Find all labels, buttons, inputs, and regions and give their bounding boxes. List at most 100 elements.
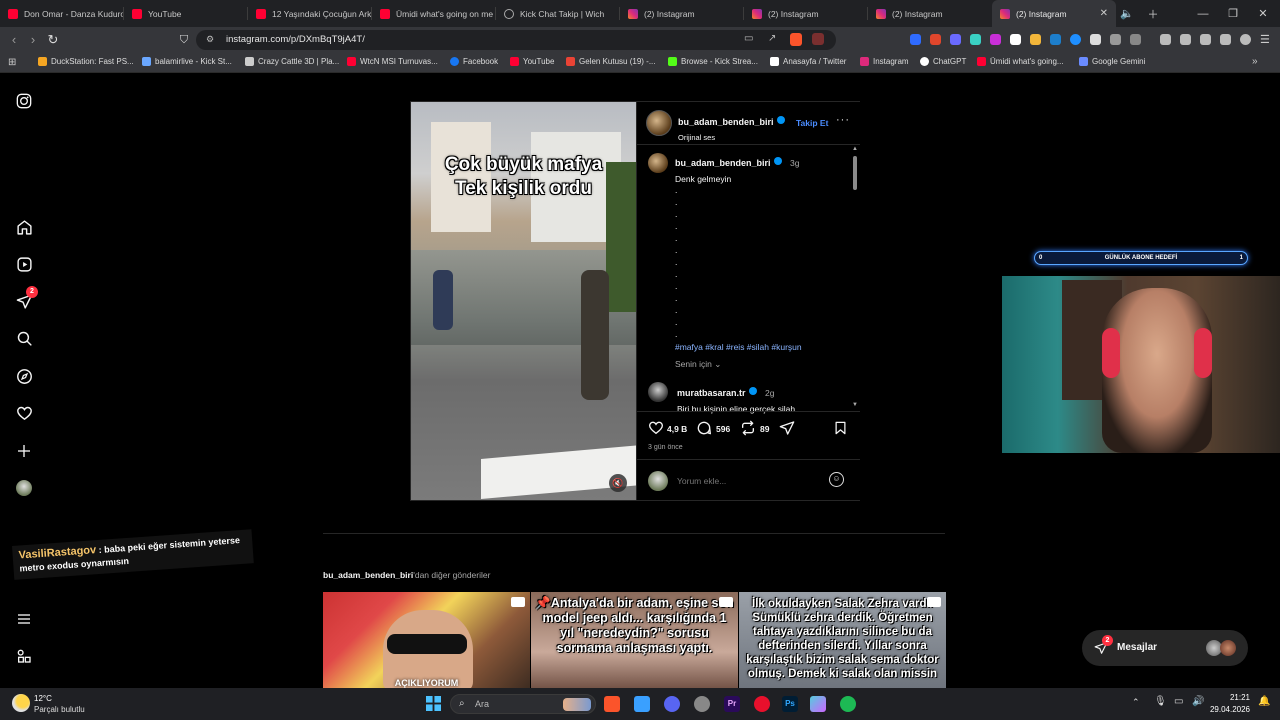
leo-ai-icon[interactable] bbox=[1220, 34, 1231, 45]
mute-icon[interactable]: 🔇 bbox=[609, 474, 627, 492]
save-button[interactable] bbox=[833, 420, 848, 441]
reload-button[interactable]: ↻ bbox=[45, 32, 61, 48]
extension-icon[interactable] bbox=[1070, 34, 1081, 45]
more-posts-author[interactable]: bu_adam_benden_biri bbox=[323, 570, 413, 580]
close-window-button[interactable]: ✕ bbox=[1248, 0, 1278, 27]
network-icon[interactable]: ▭ bbox=[1174, 696, 1183, 707]
author-avatar[interactable] bbox=[646, 110, 672, 136]
clock-date[interactable]: 29.04.2026 bbox=[1202, 705, 1250, 714]
grid-post[interactable]: AÇIKLIYORUM bbox=[323, 592, 530, 688]
reels-icon[interactable] bbox=[14, 254, 34, 274]
extension-icon[interactable] bbox=[990, 34, 1001, 45]
bookmark-item[interactable]: Browse - Kick Strea... bbox=[668, 57, 758, 66]
bookmark-item[interactable]: Instagram bbox=[860, 57, 909, 66]
steam-taskbar-icon[interactable] bbox=[694, 696, 710, 712]
also-from-meta-icon[interactable] bbox=[14, 646, 34, 666]
direct-messages-icon[interactable]: 2 bbox=[14, 286, 38, 311]
emoji-icon[interactable]: ☺ bbox=[829, 472, 844, 487]
premiere-taskbar-icon[interactable]: Pr bbox=[724, 696, 740, 712]
extension-icon[interactable] bbox=[950, 34, 961, 45]
minimize-button[interactable]: — bbox=[1188, 0, 1218, 27]
comments-scrollbar[interactable]: ▲ ▼ bbox=[851, 146, 859, 410]
caption-author-avatar[interactable] bbox=[648, 153, 668, 173]
comment-input[interactable] bbox=[677, 474, 817, 488]
vpn-icon[interactable] bbox=[1240, 34, 1251, 45]
maximize-button[interactable]: ❐ bbox=[1218, 0, 1248, 27]
home-icon[interactable] bbox=[14, 217, 34, 237]
site-info-icon[interactable]: ⚙ bbox=[206, 34, 214, 45]
bookmark-icon[interactable]: ⛉ bbox=[176, 32, 192, 48]
extension-icon[interactable] bbox=[1090, 34, 1101, 45]
address-bar[interactable]: ⚙ instagram.com/p/DXmBqT9jA4T/ ▭ ↗ bbox=[196, 30, 836, 50]
reel-video[interactable]: Çok büyük mafya Tek kişilik ordu 🔇 bbox=[411, 102, 636, 500]
comment-author[interactable]: muratbasaran.tr bbox=[677, 388, 746, 398]
extension-icon[interactable] bbox=[1010, 34, 1021, 45]
forward-button[interactable]: › bbox=[25, 32, 41, 48]
browser-tab-active[interactable]: (2) Instagram ✕ bbox=[992, 0, 1116, 27]
back-button[interactable]: ‹ bbox=[6, 32, 22, 48]
microphone-icon[interactable]: 🎙 bbox=[1154, 696, 1167, 707]
like-count[interactable]: 4,9 B bbox=[667, 424, 687, 434]
weather-icon[interactable] bbox=[12, 694, 30, 712]
bookmark-item[interactable]: Ümidi what's going... bbox=[977, 57, 1064, 66]
grid-post[interactable]: 📌Antalya'da bir adam, eşine son model je… bbox=[531, 592, 738, 688]
bookmark-item[interactable]: DuckStation: Fast PS... bbox=[38, 57, 134, 66]
messages-button[interactable]: 2 Mesajlar bbox=[1082, 630, 1248, 666]
bookmark-item[interactable]: WtcN MSI Turnuvas... bbox=[347, 57, 438, 66]
bookmark-item[interactable]: Anasayfa / Twitter bbox=[770, 57, 846, 66]
spotify-taskbar-icon[interactable] bbox=[840, 696, 856, 712]
clock-time[interactable]: 21:21 bbox=[1212, 693, 1250, 702]
taskbar-search[interactable]: ⌕ Ara bbox=[450, 694, 596, 714]
brave-shield-icon[interactable] bbox=[790, 33, 802, 46]
caption-author[interactable]: bu_adam_benden_biri bbox=[675, 158, 771, 168]
browser-tab[interactable]: (2) Instagram bbox=[620, 0, 744, 27]
extensions-puzzle-icon[interactable] bbox=[1110, 34, 1121, 45]
author-username[interactable]: bu_adam_benden_biri bbox=[678, 117, 774, 127]
profile-avatar[interactable] bbox=[14, 478, 34, 498]
browser-tab[interactable]: Don Omar - Danza Kuduro bbox=[0, 0, 124, 27]
extension-icon[interactable] bbox=[970, 34, 981, 45]
browser-tab[interactable]: (2) Instagram bbox=[744, 0, 868, 27]
search-icon[interactable] bbox=[14, 328, 34, 348]
browser-tab[interactable]: YouTube bbox=[124, 0, 248, 27]
notifications-heart-icon[interactable] bbox=[14, 403, 34, 423]
bookmark-item[interactable]: YouTube bbox=[510, 57, 554, 66]
more-bookmarks-icon[interactable]: » bbox=[1252, 56, 1258, 67]
bookmark-item[interactable]: Google Gemini bbox=[1079, 57, 1145, 66]
extension-icon[interactable] bbox=[1050, 34, 1061, 45]
screenshot-icon[interactable] bbox=[1130, 34, 1141, 45]
discord-taskbar-icon[interactable] bbox=[664, 696, 680, 712]
bookmark-item[interactable]: Facebook bbox=[450, 57, 498, 66]
apps-grid-icon[interactable]: ⊞ bbox=[8, 57, 16, 68]
browser-tab[interactable]: Kick Chat Takip | Wich bbox=[496, 0, 620, 27]
bookmark-item[interactable]: Gelen Kutusu (19) -... bbox=[566, 57, 655, 66]
explore-icon[interactable] bbox=[14, 366, 34, 386]
opera-taskbar-icon[interactable] bbox=[754, 696, 770, 712]
share-icon[interactable]: ↗ bbox=[768, 33, 776, 44]
notification-center-icon[interactable]: 🔔 bbox=[1258, 696, 1270, 707]
brave-taskbar-icon[interactable] bbox=[604, 696, 620, 712]
more-menu-icon[interactable] bbox=[14, 609, 34, 629]
tray-overflow-icon[interactable]: ⌃ bbox=[1132, 697, 1140, 708]
more-options-icon[interactable]: ··· bbox=[836, 114, 850, 126]
create-plus-icon[interactable] bbox=[14, 441, 34, 461]
extension-icon[interactable] bbox=[1030, 34, 1041, 45]
browser-tab[interactable]: (2) Instagram bbox=[868, 0, 992, 27]
grid-post[interactable]: İlk okuldayken Salak Zehra vardı. Sümükl… bbox=[739, 592, 946, 688]
photoshop-taskbar-icon[interactable]: Ps bbox=[782, 696, 798, 712]
brave-rewards-icon[interactable] bbox=[812, 33, 824, 45]
for-you-toggle[interactable]: Senin için ⌄ bbox=[675, 359, 721, 370]
menu-icon[interactable]: ☰ bbox=[1260, 33, 1270, 46]
taskbar-app-icon[interactable] bbox=[810, 696, 826, 712]
close-tab-icon[interactable]: ✕ bbox=[1100, 8, 1108, 19]
comment-button[interactable] bbox=[696, 420, 712, 441]
start-button[interactable] bbox=[426, 696, 441, 716]
share-button[interactable] bbox=[779, 420, 795, 441]
new-tab-button[interactable]: ＋ bbox=[1138, 0, 1168, 27]
browser-tab[interactable]: Ümidi what's going on me bbox=[372, 0, 496, 27]
repost-button[interactable] bbox=[740, 420, 756, 441]
commenter-avatar[interactable] bbox=[648, 382, 668, 402]
hashtags[interactable]: #mafya #kral #reis #silah #kurşun bbox=[675, 342, 845, 352]
follow-button[interactable]: Takip Et bbox=[796, 118, 828, 128]
bookmark-item[interactable]: balamirlive - Kick St... bbox=[142, 57, 232, 66]
